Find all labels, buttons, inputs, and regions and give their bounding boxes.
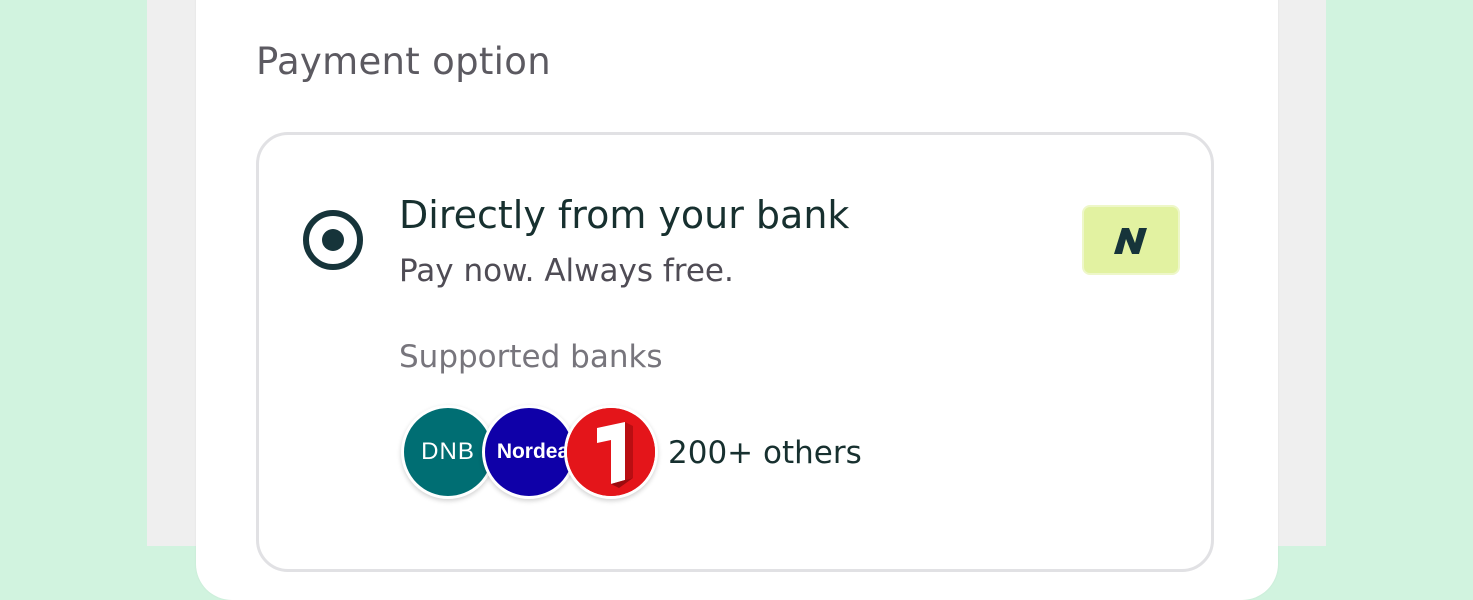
nordea-logo-text: Nordea <box>496 440 570 463</box>
section-title: Payment option <box>256 40 551 83</box>
supported-banks-label: Supported banks <box>399 339 663 375</box>
radio-button-selected[interactable] <box>303 210 363 270</box>
dnb-logo-text: DNB <box>421 438 475 465</box>
bank-logo-dnb: DNB <box>401 405 495 499</box>
option-title: Directly from your bank <box>399 193 850 237</box>
bank-logo-nordea: Nordea <box>482 405 576 499</box>
provider-badge <box>1082 205 1180 275</box>
radio-dot <box>322 229 344 251</box>
bank-logo-sparebank1 <box>564 405 658 499</box>
other-banks-count: 200+ others <box>668 435 862 471</box>
sparebank1-logo-icon <box>567 408 655 496</box>
neonomics-n-logo-icon <box>1114 228 1147 254</box>
option-subtitle: Pay now. Always free. <box>399 253 734 289</box>
